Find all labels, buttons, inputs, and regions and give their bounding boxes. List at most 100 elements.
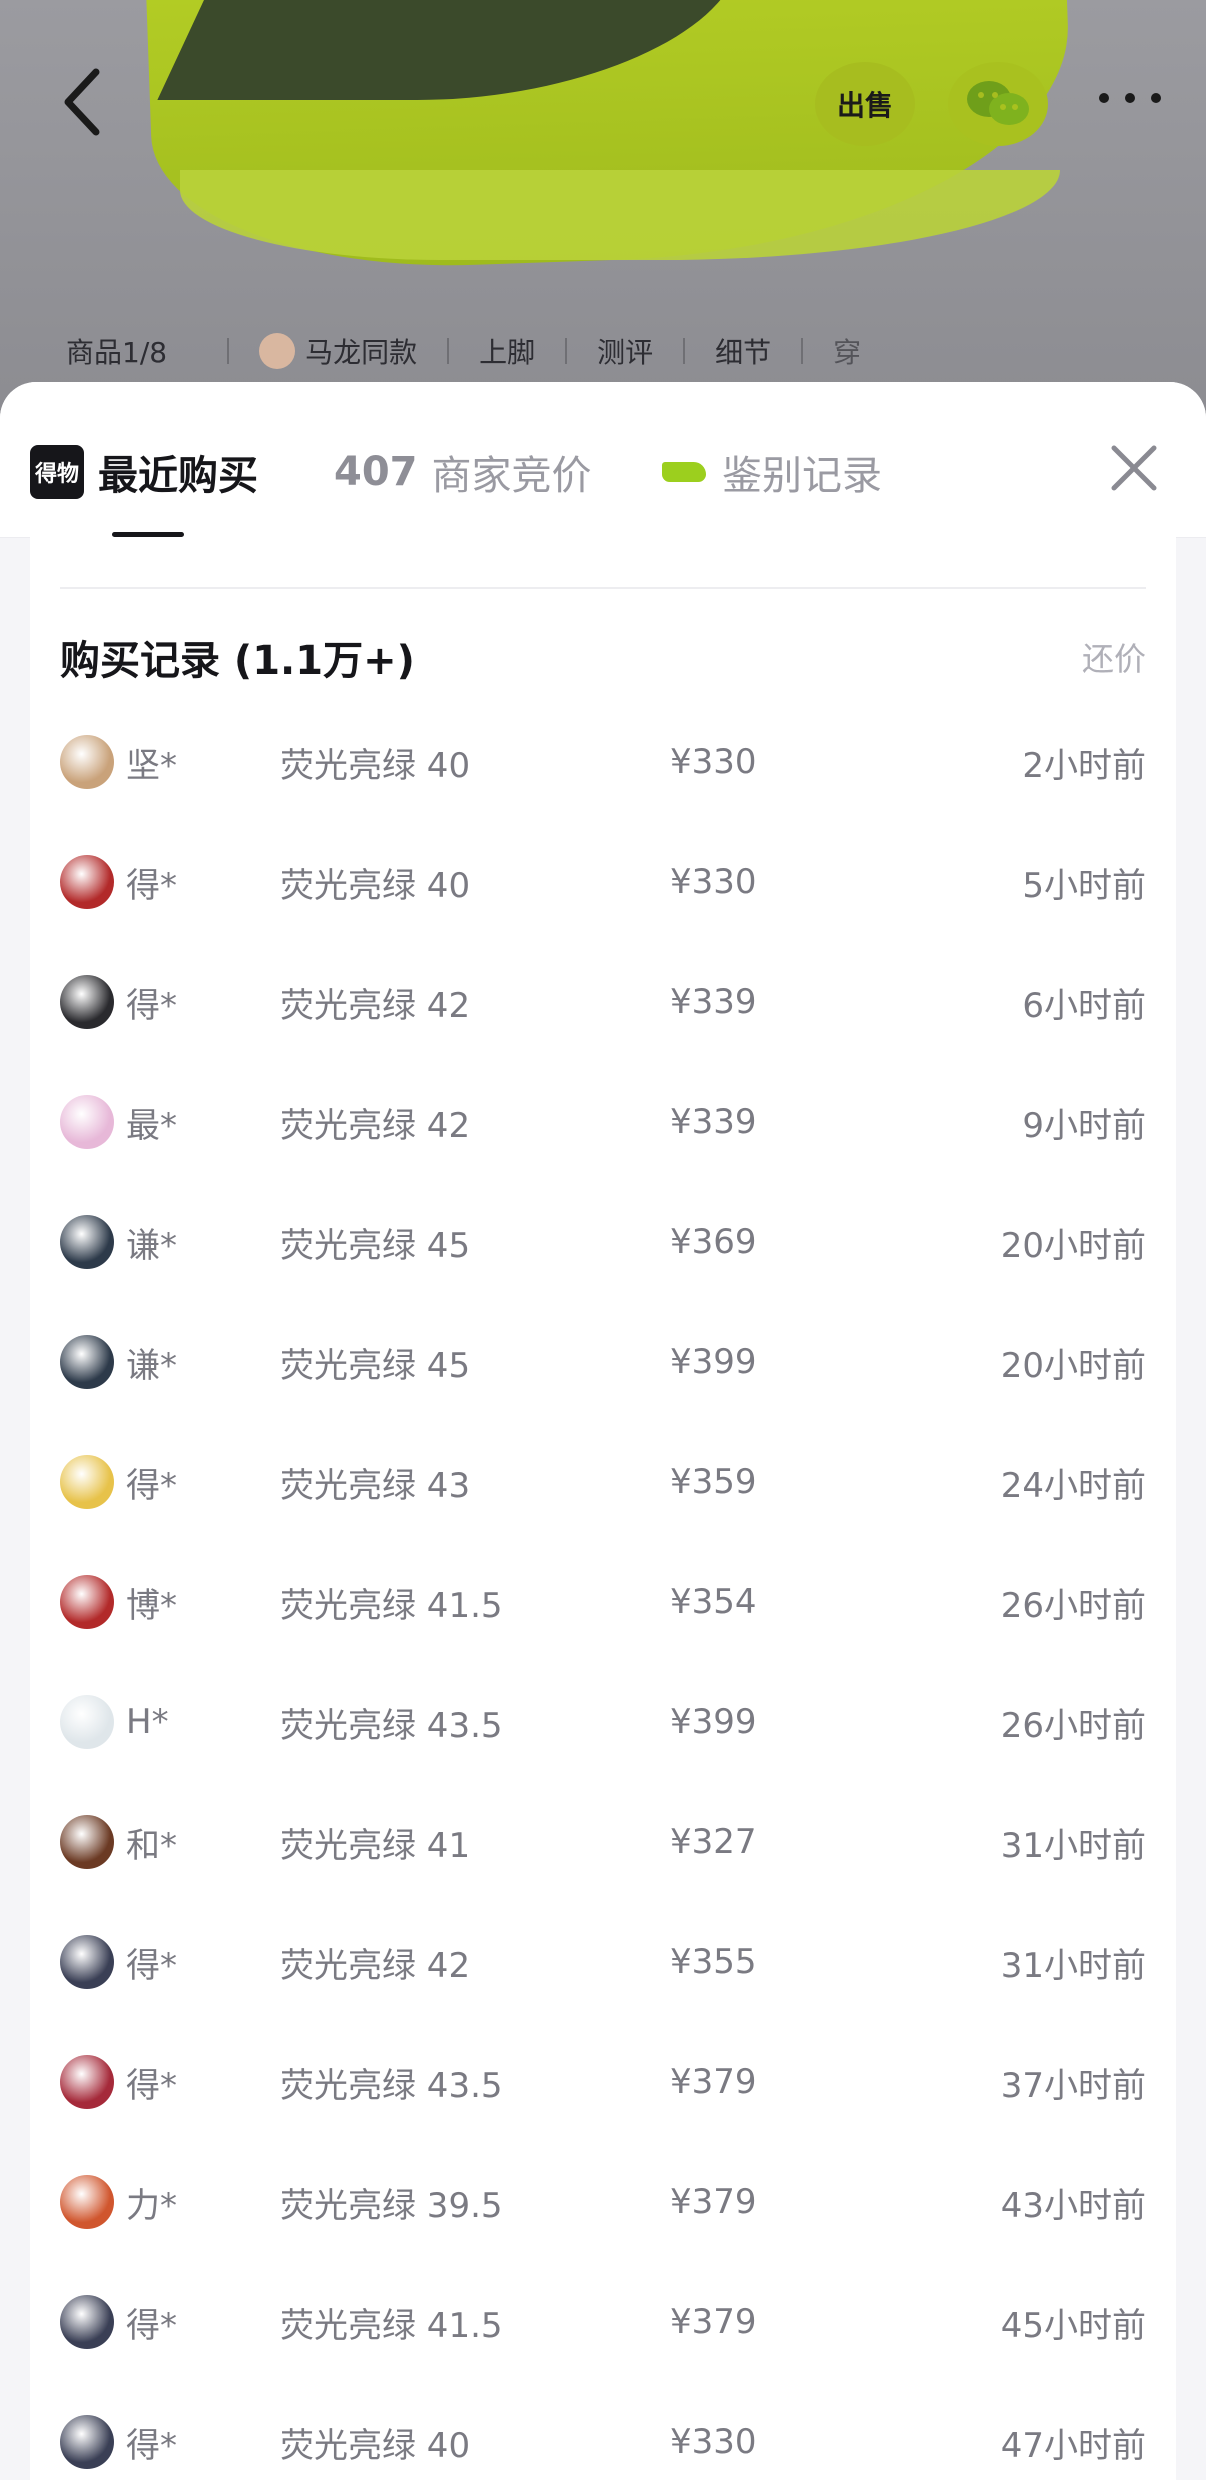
divider [60, 587, 1146, 589]
price: ¥330 [670, 742, 757, 782]
avatar [60, 1335, 114, 1389]
avatar [60, 1215, 114, 1269]
table-row[interactable]: 坚* 荧光亮绿 40 ¥330 2小时前 [60, 702, 1146, 822]
product-index: 商品1/8 [66, 336, 168, 369]
table-row[interactable]: 得* 荧光亮绿 42 ¥355 31小时前 [60, 1902, 1146, 2022]
buyer-name: 得* [126, 985, 177, 1026]
table-row[interactable]: 得* 荧光亮绿 40 ¥330 47小时前 [60, 2382, 1146, 2480]
timestamp: 9小时前 [1022, 1105, 1146, 1146]
media-tab-on-foot[interactable]: 上脚 [479, 331, 535, 371]
buyer-cell: H* [60, 1695, 280, 1749]
buyer-cell: 得* [60, 1455, 280, 1509]
tab-authentication-records[interactable]: 鉴别记录 [662, 442, 882, 502]
back-arrow-icon [64, 68, 100, 136]
tab-auth-label: 鉴别记录 [722, 453, 882, 499]
table-row[interactable]: 谦* 荧光亮绿 45 ¥399 20小时前 [60, 1302, 1146, 1422]
media-tab-review[interactable]: 测评 [597, 331, 653, 371]
price: ¥339 [670, 1102, 757, 1142]
timestamp: 26小时前 [1000, 1705, 1146, 1746]
table-row[interactable]: 博* 荧光亮绿 41.5 ¥354 26小时前 [60, 1542, 1146, 1662]
table-row[interactable]: 力* 荧光亮绿 39.5 ¥379 43小时前 [60, 2142, 1146, 2262]
divider [565, 338, 568, 364]
table-row[interactable]: 得* 荧光亮绿 40 ¥330 5小时前 [60, 822, 1146, 942]
timestamp: 26小时前 [1000, 1585, 1146, 1626]
buyer-name: 得* [126, 2305, 177, 2346]
table-row[interactable]: 得* 荧光亮绿 43 ¥359 24小时前 [60, 1422, 1146, 1542]
price: ¥327 [670, 1822, 757, 1862]
timestamp: 43小时前 [1000, 2185, 1146, 2226]
buyer-name: 坚* [126, 745, 177, 786]
divider [683, 338, 686, 364]
avatar [60, 2295, 114, 2349]
tab-bidding-label: 商家竞价 [431, 453, 592, 499]
price: ¥330 [670, 2422, 757, 2462]
price: ¥339 [670, 982, 757, 1022]
media-tab-wear[interactable]: 穿 [833, 331, 861, 371]
table-row[interactable]: 得* 荧光亮绿 42 ¥339 6小时前 [60, 942, 1146, 1062]
sheet-tab-bar: 得物 最近购买 407 商家竞价 鉴别记录 [0, 382, 1206, 538]
variant-spec: 荧光亮绿 41.5 [280, 2305, 503, 2346]
records-header: 购买记录 (1.1万+) 还价 [60, 607, 1146, 707]
avatar [60, 2055, 114, 2109]
variant-spec: 荧光亮绿 45 [280, 1345, 471, 1386]
buyer-cell: 得* [60, 2055, 280, 2109]
counter-offer-button[interactable]: 还价 [1082, 634, 1146, 680]
tab-recent-label: 最近购买 [98, 453, 258, 499]
buyer-cell: 得* [60, 2295, 280, 2349]
media-tab-ma-long[interactable]: 马龙同款 [305, 331, 417, 371]
table-row[interactable]: 得* 荧光亮绿 43.5 ¥379 37小时前 [60, 2022, 1146, 2142]
wechat-icon [967, 81, 1029, 125]
table-row[interactable]: 谦* 荧光亮绿 45 ¥369 20小时前 [60, 1182, 1146, 1302]
wechat-share-button[interactable] [948, 62, 1048, 146]
more-dots-icon [1099, 93, 1161, 103]
divider [227, 338, 230, 364]
buyer-cell: 得* [60, 2415, 280, 2469]
price: ¥399 [670, 1342, 757, 1382]
timestamp: 31小时前 [1000, 1945, 1146, 1986]
buyer-name: 和* [126, 1825, 177, 1866]
avatar [60, 2175, 114, 2229]
sell-label: 出售 [836, 89, 893, 122]
back-button[interactable] [56, 62, 116, 142]
buyer-name: 得* [126, 2425, 177, 2466]
media-tab-details[interactable]: 细节 [715, 331, 771, 371]
timestamp: 6小时前 [1022, 985, 1146, 1026]
price: ¥369 [670, 1222, 757, 1262]
product-image-area: 出售 商品1/8 马龙同款 上脚 测评 细节 穿 [0, 0, 1206, 420]
tab-merchant-bidding[interactable]: 407 商家竞价 [334, 442, 592, 502]
timestamp: 20小时前 [1000, 1225, 1146, 1266]
price: ¥379 [670, 2062, 757, 2102]
sell-button[interactable]: 出售 [815, 62, 915, 146]
close-button[interactable] [1108, 442, 1160, 494]
buyer-cell: 得* [60, 855, 280, 909]
more-button[interactable] [1090, 78, 1170, 118]
table-row[interactable]: 最* 荧光亮绿 42 ¥339 9小时前 [60, 1062, 1146, 1182]
variant-spec: 荧光亮绿 43.5 [280, 1705, 503, 1746]
close-icon [1111, 445, 1157, 491]
records-list: 坚* 荧光亮绿 40 ¥330 2小时前 得* 荧光亮绿 40 ¥330 5小时前 得* 荧光亮绿… [60, 702, 1146, 2480]
variant-spec: 荧光亮绿 41 [280, 1825, 471, 1866]
timestamp: 5小时前 [1022, 865, 1146, 906]
variant-spec: 荧光亮绿 40 [280, 2425, 471, 2466]
tab-recent-purchases[interactable]: 得物 最近购买 [30, 442, 258, 502]
avatar [60, 735, 114, 789]
avatar [60, 1095, 114, 1149]
divider [447, 338, 450, 364]
variant-spec: 荧光亮绿 40 [280, 865, 471, 906]
timestamp: 45小时前 [1000, 2305, 1146, 2346]
table-row[interactable]: 得* 荧光亮绿 41.5 ¥379 45小时前 [60, 2262, 1146, 2382]
buyer-cell: 和* [60, 1815, 280, 1869]
variant-spec: 荧光亮绿 40 [280, 745, 471, 786]
avatar [60, 1695, 114, 1749]
avatar [60, 2415, 114, 2469]
timestamp: 31小时前 [1000, 1825, 1146, 1866]
buyer-name: 博* [126, 1585, 177, 1626]
table-row[interactable]: H* 荧光亮绿 43.5 ¥399 26小时前 [60, 1662, 1146, 1782]
avatar [60, 1575, 114, 1629]
buyer-cell: 坚* [60, 735, 280, 789]
bidding-count: 407 [334, 449, 418, 495]
variant-spec: 荧光亮绿 39.5 [280, 2185, 503, 2226]
avatar [60, 975, 114, 1029]
variant-spec: 荧光亮绿 43.5 [280, 2065, 503, 2106]
table-row[interactable]: 和* 荧光亮绿 41 ¥327 31小时前 [60, 1782, 1146, 1902]
